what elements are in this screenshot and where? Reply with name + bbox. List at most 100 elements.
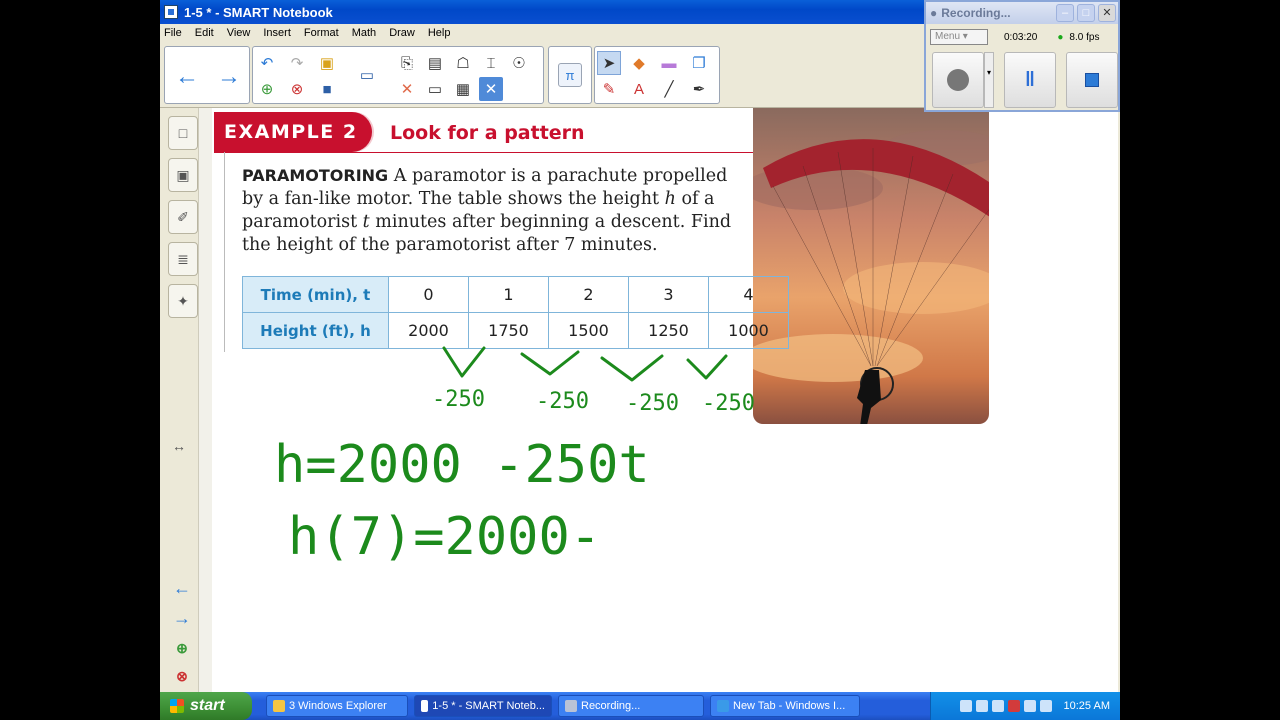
difference-label: -250 bbox=[626, 391, 679, 416]
record-icon bbox=[947, 69, 969, 91]
menu-draw[interactable]: Draw bbox=[389, 27, 415, 39]
pause-button[interactable]: ‖ bbox=[1004, 52, 1056, 108]
menu-format[interactable]: Format bbox=[304, 27, 339, 39]
text-button[interactable]: A bbox=[627, 77, 651, 101]
windows-logo-icon bbox=[170, 699, 184, 713]
recording-window[interactable]: ● Recording... – □ ✕ Menu ▾ 0:03:20 ● 8.… bbox=[924, 0, 1120, 112]
stop-button[interactable] bbox=[1066, 52, 1118, 108]
menu-file[interactable]: File bbox=[164, 27, 182, 39]
equation-line-1: h=2000 -250t bbox=[274, 435, 650, 495]
redo-button[interactable]: ↷ bbox=[285, 51, 309, 75]
menu-view[interactable]: View bbox=[227, 27, 251, 39]
open-button[interactable]: ▣ bbox=[315, 51, 339, 75]
tab-page-sorter[interactable]: □ bbox=[168, 116, 198, 150]
taskbar-item-label: 3 Windows Explorer bbox=[289, 700, 387, 712]
add-page-button[interactable]: ⊕ bbox=[255, 77, 279, 101]
navigation-group: ← → bbox=[164, 46, 250, 104]
table-button[interactable]: ▦ bbox=[451, 77, 475, 101]
minimize-icon: – bbox=[1061, 7, 1069, 19]
record-options-dropdown[interactable]: ▾ bbox=[984, 52, 994, 108]
taskbar: start 3 Windows Explorer 1-5 * - SMART N… bbox=[160, 692, 1120, 720]
delete-page-button[interactable]: ⊗ bbox=[285, 77, 309, 101]
select-tool-button[interactable]: ➤ bbox=[597, 51, 621, 75]
window-title: 1-5 * - SMART Notebook bbox=[184, 4, 333, 20]
internet-explorer-icon bbox=[717, 700, 729, 712]
security-icon[interactable] bbox=[991, 700, 1004, 712]
maximize-icon: □ bbox=[1082, 7, 1090, 19]
recorder-icon: ● bbox=[930, 6, 938, 20]
math-tools-button[interactable]: π bbox=[558, 63, 582, 87]
menu-math[interactable]: Math bbox=[352, 27, 376, 39]
vertical-scrollbar[interactable] bbox=[198, 108, 212, 692]
update-icon[interactable] bbox=[1039, 700, 1052, 712]
menu-edit[interactable]: Edit bbox=[195, 27, 214, 39]
volume-icon[interactable] bbox=[975, 700, 988, 712]
difference-label: -250 bbox=[536, 389, 589, 414]
difference-check-mark bbox=[686, 354, 728, 380]
creative-pen-button[interactable]: ✒ bbox=[687, 77, 711, 101]
tab-addons[interactable]: ✦ bbox=[168, 284, 198, 318]
arrow-left-icon: ← bbox=[175, 63, 199, 90]
fill-button[interactable]: ❐ bbox=[687, 51, 711, 75]
close-tool-button[interactable]: ✕ bbox=[479, 77, 503, 101]
start-button[interactable]: start bbox=[160, 692, 252, 720]
screen-capture-button[interactable]: ▤ bbox=[423, 51, 447, 75]
paste-button[interactable]: ⎘ bbox=[395, 51, 419, 75]
network-icon[interactable] bbox=[959, 700, 972, 712]
insert-page-button[interactable]: ⊕ bbox=[168, 636, 196, 660]
next-page-button[interactable]: → bbox=[168, 606, 196, 630]
camera-icon: ▤ bbox=[427, 55, 443, 72]
document-camera-button[interactable]: ☖ bbox=[451, 51, 475, 75]
difference-check-mark bbox=[520, 350, 580, 376]
forward-button[interactable]: → bbox=[209, 62, 249, 92]
bluetooth-icon[interactable] bbox=[1023, 700, 1036, 712]
frame-rate: 8.0 fps bbox=[1069, 31, 1100, 43]
text-a-icon: A bbox=[633, 80, 644, 98]
record-button[interactable] bbox=[932, 52, 984, 108]
save-button[interactable]: ■ bbox=[315, 77, 339, 101]
magnify-button[interactable]: ☉ bbox=[507, 51, 531, 75]
alert-icon[interactable] bbox=[1007, 700, 1020, 712]
math-group: π bbox=[548, 46, 592, 104]
display-screen-button[interactable]: ▭ bbox=[355, 63, 379, 87]
undo-button[interactable]: ↶ bbox=[255, 51, 279, 75]
taskbar-item-smart-notebook[interactable]: 1-5 * - SMART Noteb... bbox=[414, 695, 552, 717]
pens-button[interactable]: ✎ bbox=[597, 77, 621, 101]
delete-button[interactable]: ✕ bbox=[395, 77, 419, 101]
close-icon: ✕ bbox=[1102, 7, 1112, 19]
screen-shade-icon: ▭ bbox=[427, 81, 443, 98]
tab-gallery[interactable]: ▣ bbox=[168, 158, 198, 192]
notebook-canvas[interactable]: EXAMPLE 2 Look for a pattern PARAMOTORIN… bbox=[212, 108, 1118, 692]
recorder-menu-dropdown[interactable]: Menu ▾ bbox=[930, 29, 988, 45]
magnifier-icon: ☉ bbox=[512, 55, 526, 72]
folder-icon: ▣ bbox=[319, 55, 335, 72]
monitor-icon: ▭ bbox=[359, 67, 375, 84]
menu-help[interactable]: Help bbox=[428, 27, 451, 39]
menu-insert[interactable]: Insert bbox=[263, 27, 291, 39]
side-panel: □ ▣ ✐ ≣ ✦ ↔ ← → ⊕ ⊗ bbox=[160, 108, 212, 692]
puzzle-icon: ✦ bbox=[177, 292, 189, 309]
tab-properties[interactable]: ≣ bbox=[168, 242, 198, 276]
taskbar-item-recording[interactable]: Recording... bbox=[558, 695, 704, 717]
text-tool-button[interactable]: ⌶ bbox=[479, 51, 503, 75]
resize-handle[interactable]: ↔ bbox=[172, 438, 186, 454]
close-button[interactable]: ✕ bbox=[1098, 4, 1116, 22]
screen: 1-5 * - SMART Notebook File Edit View In… bbox=[160, 0, 1120, 720]
arrow-right-icon: → bbox=[173, 607, 191, 628]
delete-page-side-button[interactable]: ⊗ bbox=[168, 664, 196, 688]
taskbar-item-windows-explorer[interactable]: 3 Windows Explorer bbox=[266, 695, 408, 717]
maximize-button[interactable]: □ bbox=[1077, 4, 1095, 22]
system-tray: 10:25 AM bbox=[930, 692, 1120, 720]
save-icon: ■ bbox=[322, 80, 332, 98]
eraser-button[interactable]: ▬ bbox=[657, 51, 681, 75]
taskbar-item-browser[interactable]: New Tab - Windows I... bbox=[710, 695, 860, 717]
line-button[interactable]: ╱ bbox=[657, 77, 681, 101]
screen-shade-button[interactable]: ▭ bbox=[423, 77, 447, 101]
resize-icon: ↔ bbox=[172, 438, 186, 454]
page-sorter-icon: □ bbox=[178, 125, 188, 141]
back-button[interactable]: ← bbox=[167, 62, 207, 92]
minimize-button[interactable]: – bbox=[1056, 4, 1074, 22]
tab-attachments[interactable]: ✐ bbox=[168, 200, 198, 234]
previous-page-button[interactable]: ← bbox=[168, 576, 196, 600]
shapes-button[interactable]: ◆ bbox=[627, 51, 651, 75]
